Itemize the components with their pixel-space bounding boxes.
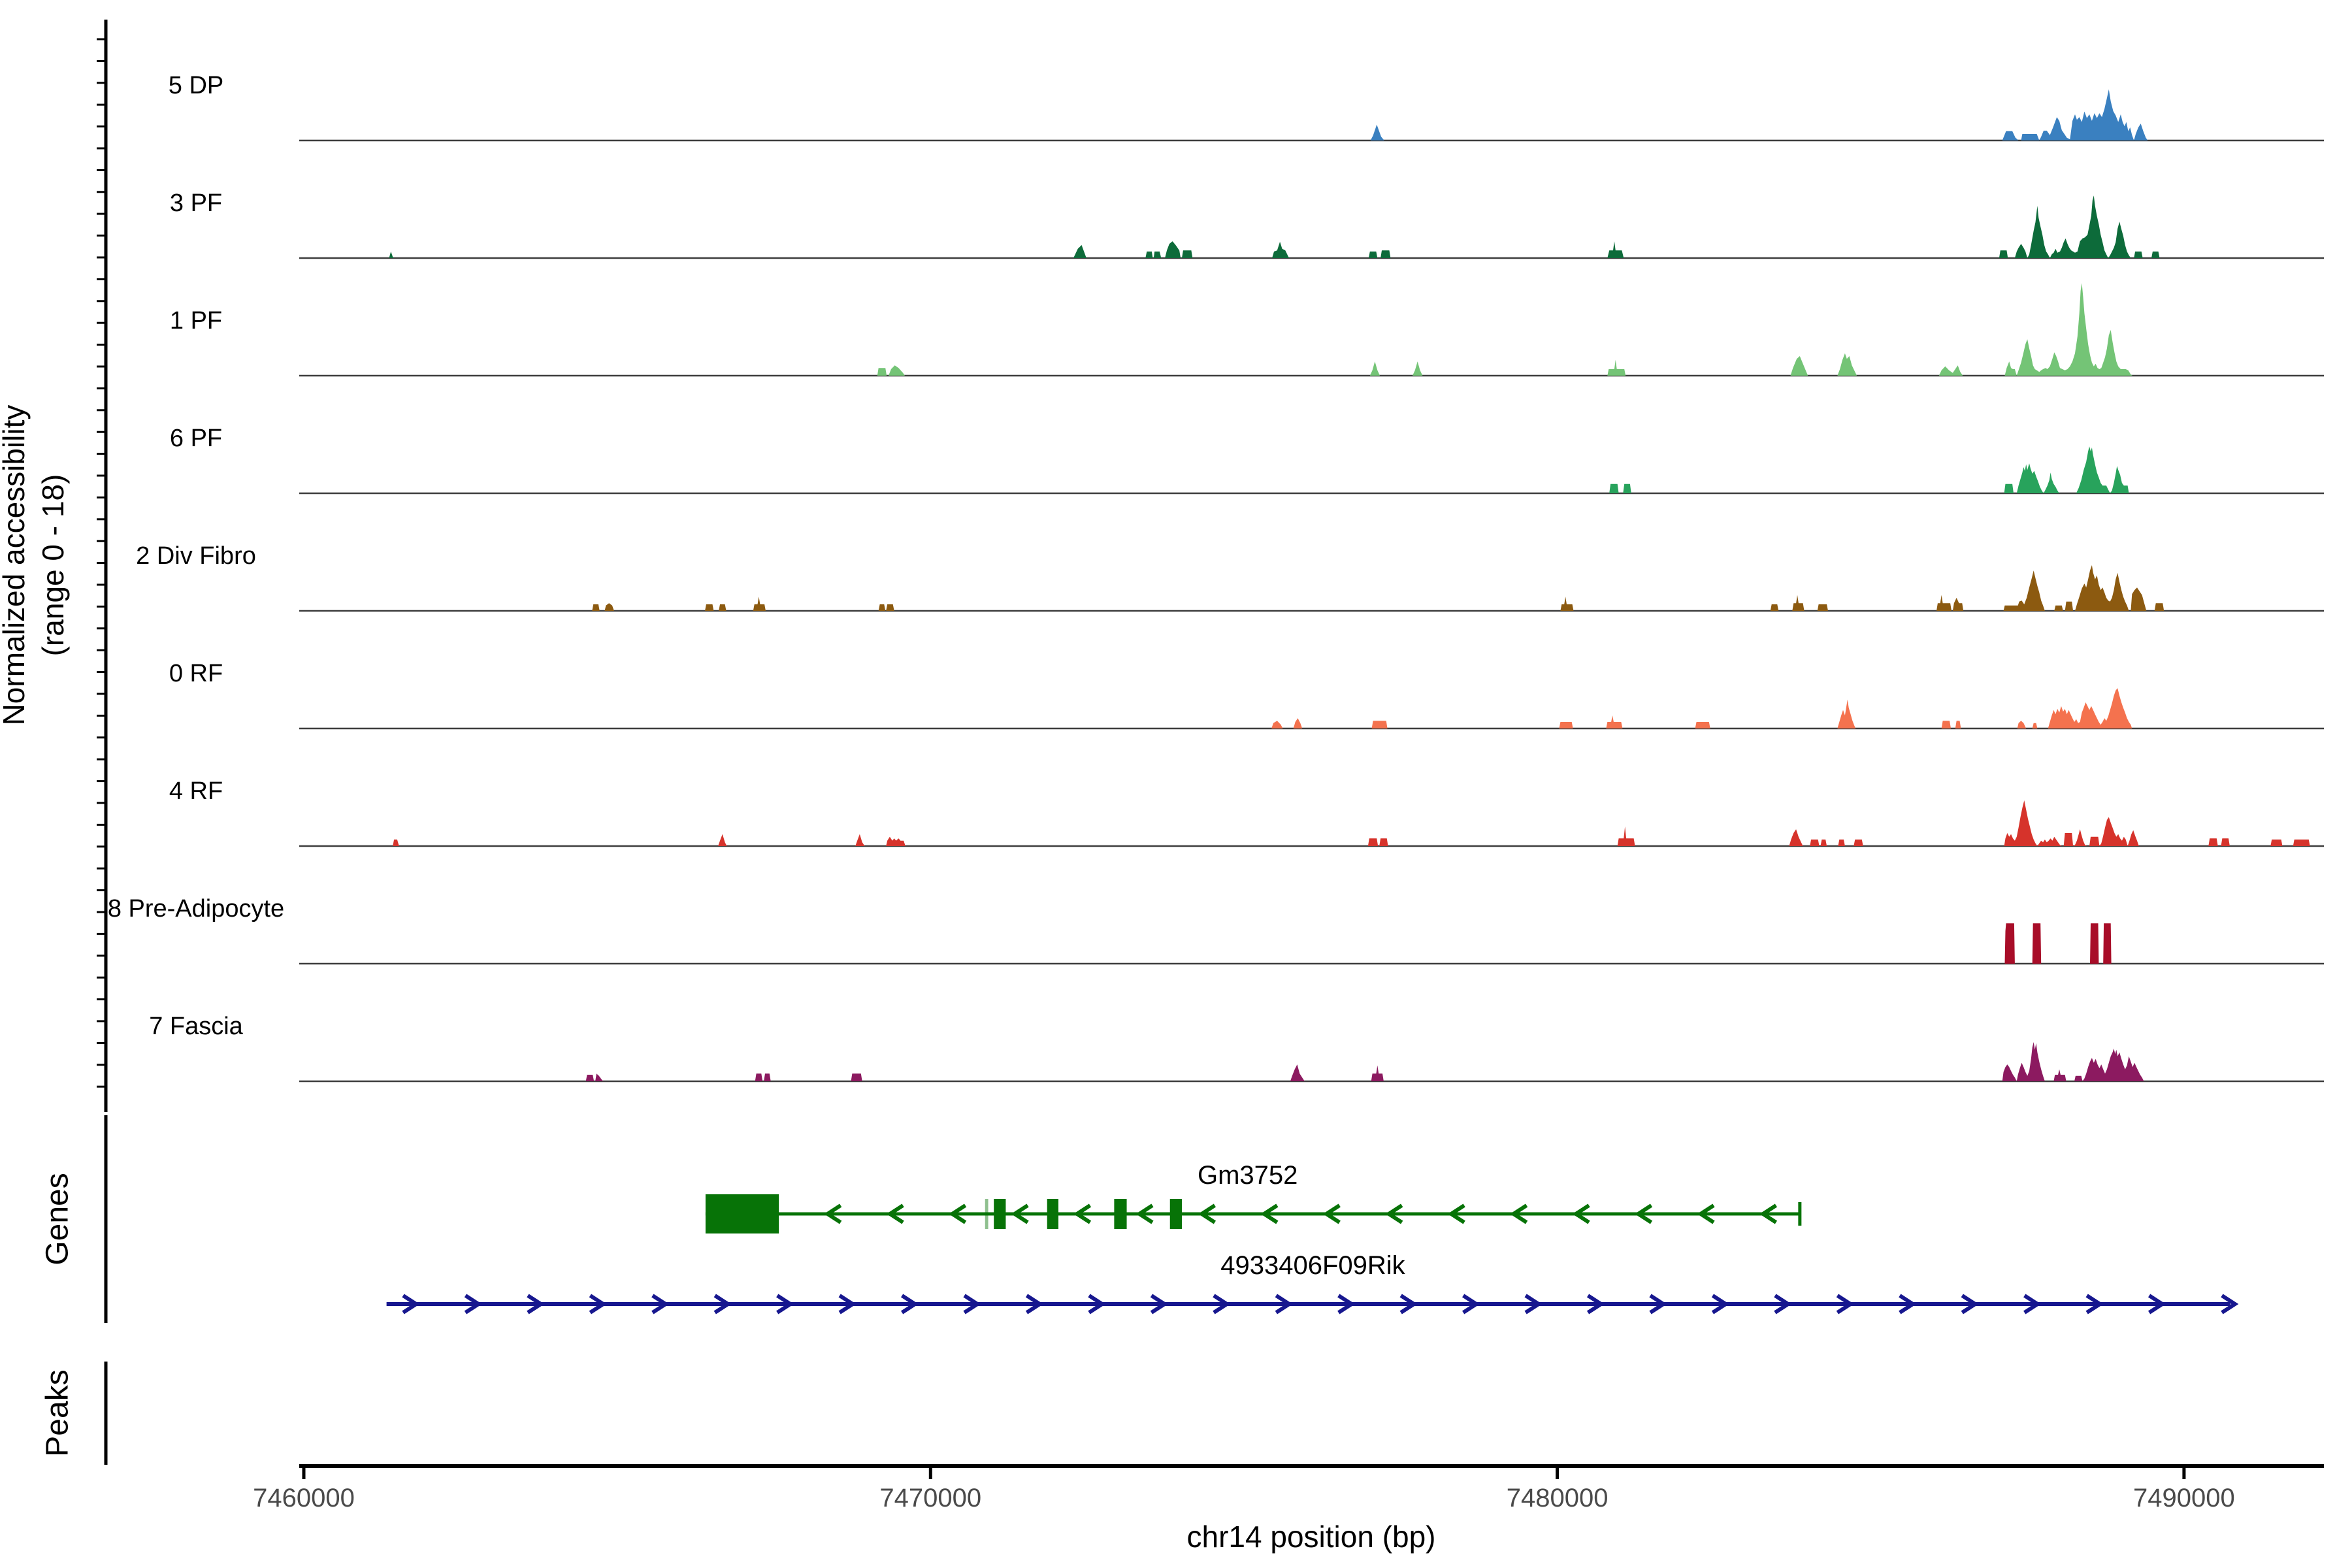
coverage-signal-8 <box>586 1042 2144 1081</box>
x-axis-tick-label-1: 7470000 <box>879 1484 981 1512</box>
x-axis-tick-label-0: 7460000 <box>253 1484 355 1512</box>
track-label-0: 5 DP <box>169 72 223 99</box>
coverage-signal-2 <box>877 283 2132 376</box>
gene-exon-0-0 <box>706 1194 779 1233</box>
y-axis-title-line2: (range 0 - 18) <box>34 405 73 726</box>
peaks-section-label: Peaks <box>40 1369 76 1456</box>
gene-exon-0-1 <box>994 1199 1005 1229</box>
coverage-plot-canvas: 5 DP 3 PF 1 PF 6 PF 2 Div Fibro 0 RF 4 RF 8 Pre… <box>0 0 2352 1568</box>
coverage-signal-4 <box>592 565 2164 611</box>
track-label-6: 4 RF <box>169 777 223 805</box>
coverage-signal-1 <box>389 195 2160 258</box>
gene-name-label-0: Gm3752 <box>1198 1161 1298 1190</box>
y-axis-title-line1: Normalized accessibility <box>0 405 34 726</box>
x-axis-tick-label-2: 7480000 <box>1507 1484 1609 1512</box>
y-axis-title: Normalized accessibility (range 0 - 18) <box>0 405 73 726</box>
gene-exon-0-4 <box>1170 1199 1182 1229</box>
x-axis-title: chr14 position (bp) <box>1187 1519 1436 1554</box>
gene-exon-0-3 <box>1114 1199 1126 1229</box>
coverage-signal-5 <box>1271 688 2132 728</box>
track-label-2: 1 PF <box>170 307 222 335</box>
gene-thin-exon-0 <box>985 1199 988 1229</box>
genome-browser-figure: 5 DP 3 PF 1 PF 6 PF 2 Div Fibro 0 RF 4 RF 8 Pre… <box>0 0 2352 1568</box>
coverage-signal-6 <box>393 800 2310 846</box>
gene-exon-0-2 <box>1047 1199 1058 1229</box>
track-label-5: 0 RF <box>169 660 223 687</box>
track-label-3: 6 PF <box>170 425 222 452</box>
track-label-4: 2 Div Fibro <box>136 542 256 570</box>
track-label-1: 3 PF <box>170 189 222 217</box>
x-axis-tick-label-3: 7490000 <box>2133 1484 2235 1512</box>
coverage-signal-3 <box>1609 446 2129 493</box>
coverage-signal-0 <box>1371 90 2148 140</box>
track-label-7: 8 Pre-Adipocyte <box>108 895 284 923</box>
coverage-signal-7 <box>2005 923 2112 964</box>
genes-section-label: Genes <box>40 1173 76 1265</box>
gene-name-label-1: 4933406F09Rik <box>1220 1251 1405 1280</box>
track-label-8: 7 Fascia <box>149 1013 243 1040</box>
